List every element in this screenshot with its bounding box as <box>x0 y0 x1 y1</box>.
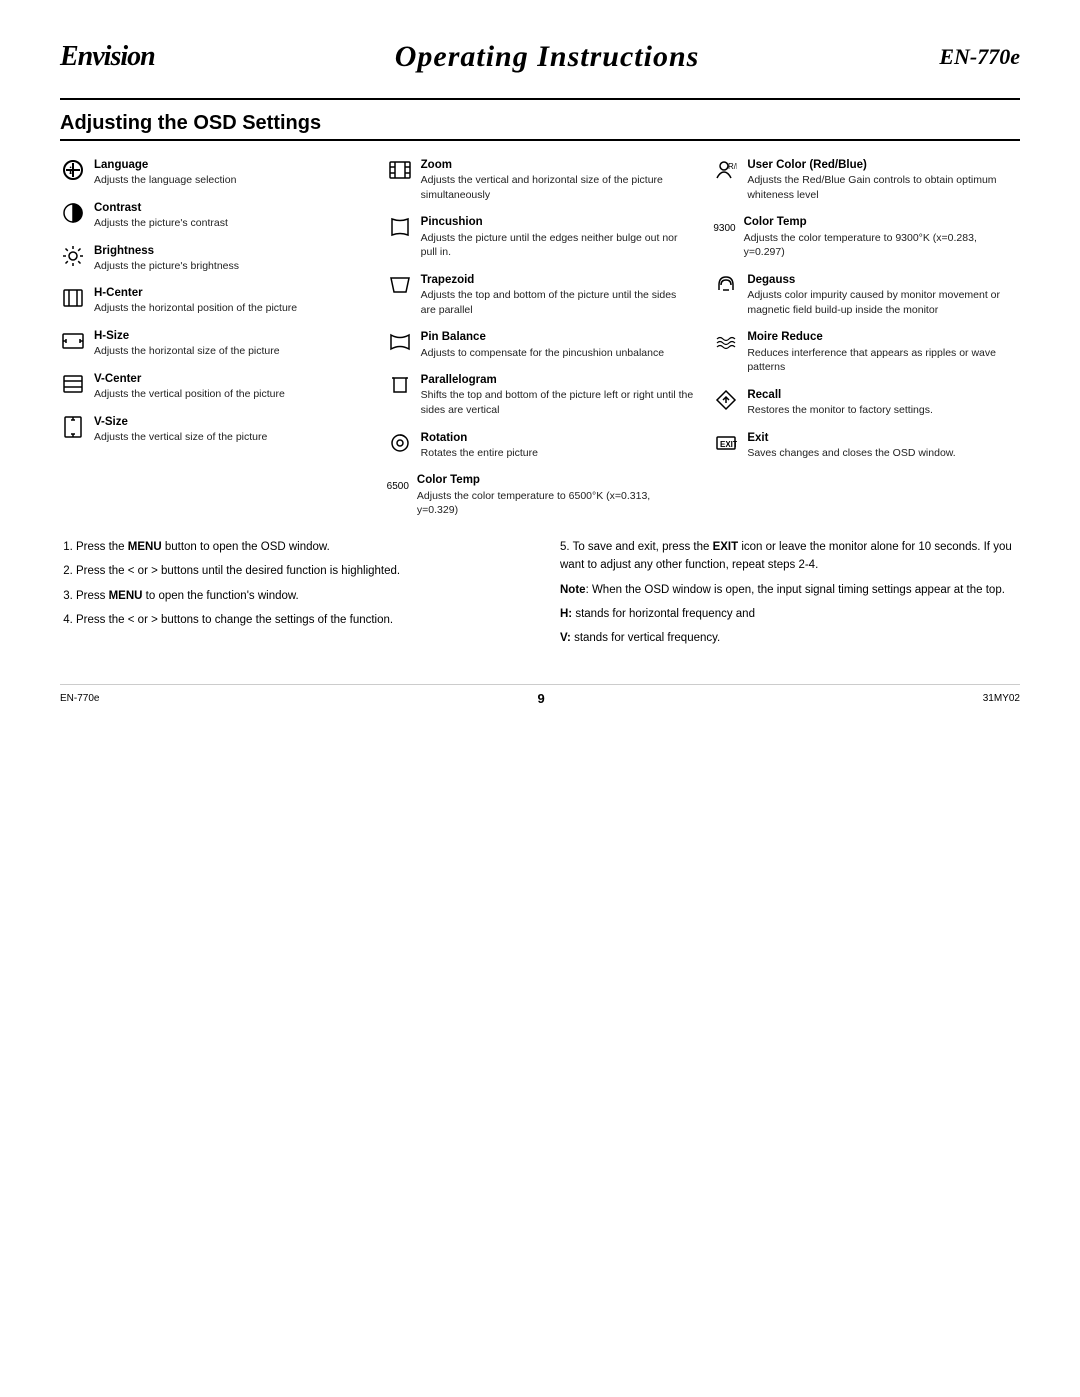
parallelogram-icon <box>387 372 413 398</box>
v-size-text: V-Size Adjusts the vertical size of the … <box>94 414 267 445</box>
list-item: EXIT Exit Saves changes and closes the O… <box>713 430 1020 461</box>
page-title: Operating Instructions <box>155 40 940 74</box>
h-size-text: H-Size Adjusts the horizontal size of th… <box>94 328 280 359</box>
list-item: Pin Balance Adjusts to compensate for th… <box>387 329 694 360</box>
instructions-section: Press the MENU button to open the OSD wi… <box>60 538 1020 654</box>
pincushion-text: Pincushion Adjusts the picture until the… <box>421 214 694 259</box>
rotation-icon <box>387 430 413 456</box>
list-item: V-Center Adjusts the vertical position o… <box>60 371 367 402</box>
list-item: Parallelogram Shifts the top and bottom … <box>387 372 694 417</box>
user-color-icon: R/B <box>713 157 739 183</box>
svg-text:R/B: R/B <box>728 162 737 171</box>
v-center-icon <box>60 371 86 397</box>
list-item: i Language Adjusts the language selectio… <box>60 157 367 188</box>
header-divider <box>60 98 1020 100</box>
moire-reduce-text: Moire Reduce Reduces interference that a… <box>747 329 1020 374</box>
exit-text: Exit Saves changes and closes the OSD wi… <box>747 430 955 461</box>
list-item: 9300 Color Temp Adjusts the color temper… <box>713 214 1020 259</box>
osd-col-1: i Language Adjusts the language selectio… <box>60 157 367 518</box>
trapezoid-icon <box>387 272 413 298</box>
note-text: Note: When the OSD window is open, the i… <box>560 581 1020 599</box>
list-item: Recall Restores the monitor to factory s… <box>713 387 1020 418</box>
9300-color-temp-prefix: 9300 <box>713 216 735 242</box>
instructions-list: Press the MENU button to open the OSD wi… <box>60 538 520 630</box>
recall-icon <box>713 387 739 413</box>
contrast-text: Contrast Adjusts the picture's contrast <box>94 200 228 231</box>
list-item: 6500 Color Temp Adjusts the color temper… <box>387 472 694 517</box>
list-item: Degauss Adjusts color impurity caused by… <box>713 272 1020 317</box>
trapezoid-text: Trapezoid Adjusts the top and bottom of … <box>421 272 694 317</box>
pin-balance-icon <box>387 329 413 355</box>
pincushion-icon <box>387 214 413 240</box>
v-size-icon <box>60 414 86 440</box>
list-item: Contrast Adjusts the picture's contrast <box>60 200 367 231</box>
list-item: Press MENU to open the function's window… <box>76 587 520 605</box>
footer-left: EN-770e <box>60 693 99 704</box>
osd-settings-grid: i Language Adjusts the language selectio… <box>60 157 1020 518</box>
user-color-text: User Color (Red/Blue) Adjusts the Red/Bl… <box>747 157 1020 202</box>
list-item: V-Size Adjusts the vertical size of the … <box>60 414 367 445</box>
language-text: Language Adjusts the language selection <box>94 157 236 188</box>
svg-text:EXIT: EXIT <box>720 440 737 449</box>
h-size-icon <box>60 328 86 354</box>
list-item: Press the < or > buttons to change the s… <box>76 611 520 629</box>
brightness-icon <box>60 243 86 269</box>
h-center-icon <box>60 285 86 311</box>
language-icon: i <box>60 157 86 183</box>
list-item: Rotation Rotates the entire picture <box>387 430 694 461</box>
osd-col-2: Zoom Adjusts the vertical and horizontal… <box>387 157 694 518</box>
model-number: EN-770e <box>939 44 1020 70</box>
zoom-icon <box>387 157 413 183</box>
brightness-text: Brightness Adjusts the picture's brightn… <box>94 243 239 274</box>
degauss-text: Degauss Adjusts color impurity caused by… <box>747 272 1020 317</box>
list-item: H-Center Adjusts the horizontal position… <box>60 285 367 316</box>
parallelogram-text: Parallelogram Shifts the top and bottom … <box>421 372 694 417</box>
list-item: Press the MENU button to open the OSD wi… <box>76 538 520 556</box>
exit-icon: EXIT <box>713 430 739 456</box>
list-item: H-Size Adjusts the horizontal size of th… <box>60 328 367 359</box>
brand-logo: Envision <box>60 41 155 73</box>
footer-right: 31MY02 <box>983 693 1020 704</box>
6500-color-temp-text: Color Temp Adjusts the color temperature… <box>417 472 693 517</box>
recall-text: Recall Restores the monitor to factory s… <box>747 387 933 418</box>
h-center-text: H-Center Adjusts the horizontal position… <box>94 285 297 316</box>
moire-reduce-icon <box>713 329 739 355</box>
6500-color-temp-prefix: 6500 <box>387 474 409 500</box>
page-number: 9 <box>537 691 544 706</box>
degauss-icon <box>713 272 739 298</box>
instructions-right: 5. To save and exit, press the EXIT icon… <box>560 538 1020 654</box>
page-header: Envision Operating Instructions EN-770e <box>60 40 1020 80</box>
page-footer: EN-770e 9 31MY02 <box>60 684 1020 706</box>
section-heading: Adjusting the OSD Settings <box>60 112 1020 141</box>
v-note-text: V: stands for vertical frequency. <box>560 629 1020 647</box>
contrast-icon <box>60 200 86 226</box>
step5-text: 5. To save and exit, press the EXIT icon… <box>560 538 1020 575</box>
pin-balance-text: Pin Balance Adjusts to compensate for th… <box>421 329 664 360</box>
list-item: Zoom Adjusts the vertical and horizontal… <box>387 157 694 202</box>
rotation-text: Rotation Rotates the entire picture <box>421 430 538 461</box>
list-item: R/B User Color (Red/Blue) Adjusts the Re… <box>713 157 1020 202</box>
list-item: Brightness Adjusts the picture's brightn… <box>60 243 367 274</box>
h-note-text: H: stands for horizontal frequency and <box>560 605 1020 623</box>
v-center-text: V-Center Adjusts the vertical position o… <box>94 371 285 402</box>
9300-color-temp-text: Color Temp Adjusts the color temperature… <box>744 214 1020 259</box>
zoom-text: Zoom Adjusts the vertical and horizontal… <box>421 157 694 202</box>
list-item: Moire Reduce Reduces interference that a… <box>713 329 1020 374</box>
list-item: Trapezoid Adjusts the top and bottom of … <box>387 272 694 317</box>
list-item: Pincushion Adjusts the picture until the… <box>387 214 694 259</box>
list-item: Press the < or > buttons until the desir… <box>76 562 520 580</box>
osd-col-3: R/B User Color (Red/Blue) Adjusts the Re… <box>713 157 1020 518</box>
instructions-left: Press the MENU button to open the OSD wi… <box>60 538 520 654</box>
